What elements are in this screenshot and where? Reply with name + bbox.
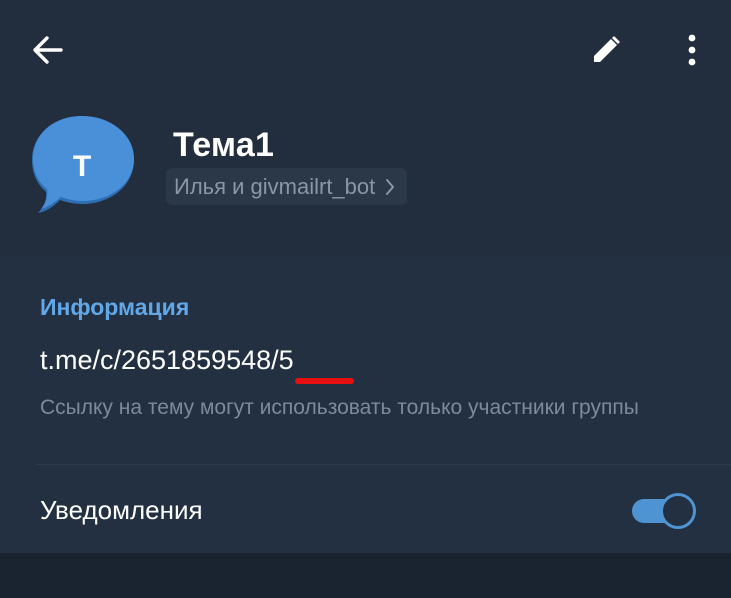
pencil-icon <box>594 36 620 62</box>
topic-link[interactable]: t.me/c/2651859548/5 <box>40 345 294 376</box>
more-vertical-icon <box>688 34 696 66</box>
group-link-chip[interactable]: Илья и givmailrt_bot <box>166 168 408 205</box>
avatar-letter: T <box>72 150 92 183</box>
annotation-underline <box>295 378 354 384</box>
back-button[interactable] <box>22 24 74 76</box>
section-title: Информация <box>40 294 190 320</box>
topic-avatar: T <box>30 114 138 216</box>
back-arrow-icon <box>33 36 63 64</box>
group-members-label: Илья и givmailrt_bot <box>174 173 376 199</box>
edit-button[interactable] <box>580 24 632 76</box>
profile-header: T Тема1 Илья и givmailrt_bot <box>0 0 731 256</box>
chevron-right-icon <box>386 178 395 195</box>
more-options-button[interactable] <box>666 24 718 76</box>
notifications-row[interactable]: Уведомления <box>0 465 731 553</box>
notifications-toggle[interactable] <box>632 493 696 529</box>
link-hint: Ссылку на тему могут использовать только… <box>40 396 639 419</box>
topic-title: Тема1 <box>173 126 275 164</box>
toggle-knob <box>660 493 696 529</box>
info-section: Информация t.me/c/2651859548/5 Ссылку на… <box>0 256 731 553</box>
bottom-area <box>0 553 731 598</box>
notifications-label: Уведомления <box>40 495 203 525</box>
